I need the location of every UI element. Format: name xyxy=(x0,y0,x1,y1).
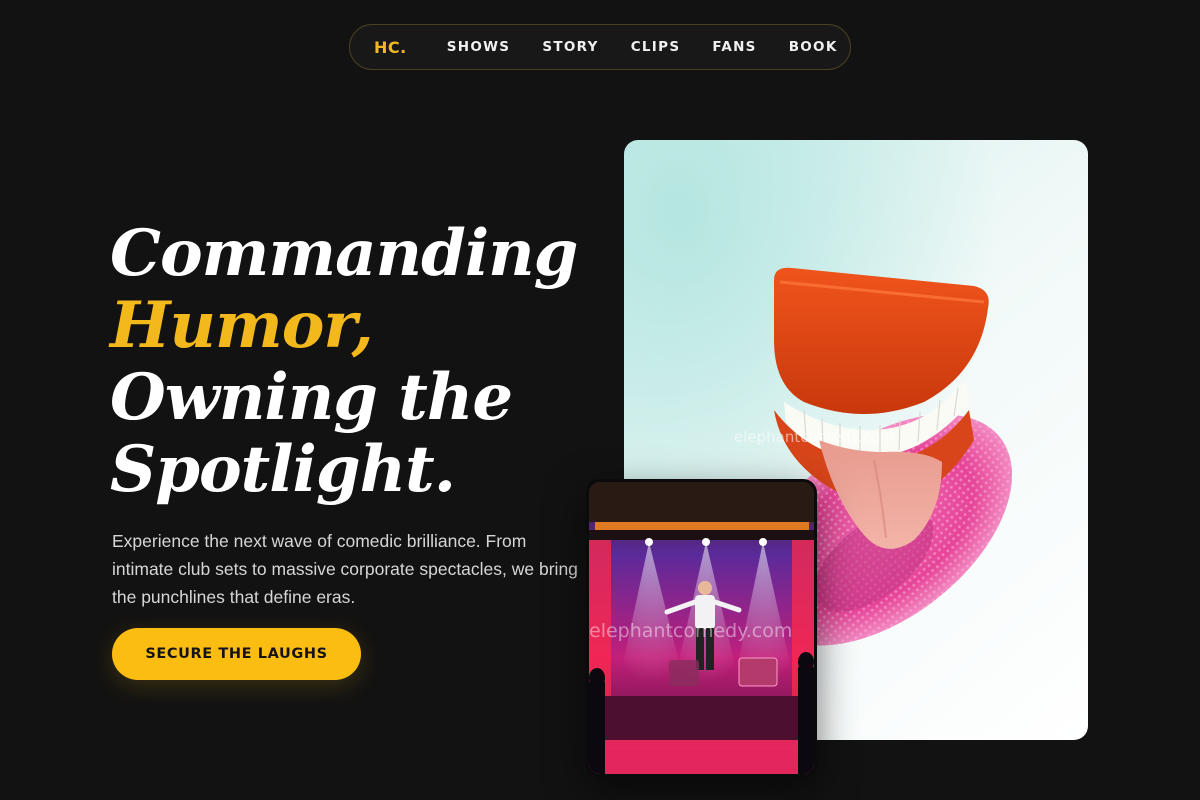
headline-line-4: Spotlight. xyxy=(110,432,456,507)
main-photo-watermark: elephantcomedy.com xyxy=(734,428,895,446)
secure-laughs-button[interactable]: SECURE THE LAUGHS xyxy=(112,628,361,680)
stage-performance-photo: elephantcomedy.com xyxy=(586,479,817,777)
nav-link-story[interactable]: STORY xyxy=(542,39,598,55)
hero-headline: Commanding Humor, Owning the Spotlight. xyxy=(110,218,590,506)
site-logo[interactable]: HC. xyxy=(374,38,407,57)
top-navigation: HC. SHOWS STORY CLIPS FANS BOOK xyxy=(349,24,851,70)
nav-link-clips[interactable]: CLIPS xyxy=(631,39,681,55)
nav-link-shows[interactable]: SHOWS xyxy=(447,39,511,55)
hero-subcopy: Experience the next wave of comedic bril… xyxy=(112,531,578,607)
headline-accent: Humor, xyxy=(110,288,374,363)
nav-link-fans[interactable]: FANS xyxy=(712,39,756,55)
headline-line-1: Commanding xyxy=(110,216,578,291)
stage-photo-watermark: elephantcomedy.com xyxy=(589,620,793,642)
landing-page: HC. SHOWS STORY CLIPS FANS BOOK Commandi… xyxy=(0,0,1200,800)
nav-link-book[interactable]: BOOK xyxy=(789,39,838,55)
headline-line-3: Owning the xyxy=(110,360,513,435)
